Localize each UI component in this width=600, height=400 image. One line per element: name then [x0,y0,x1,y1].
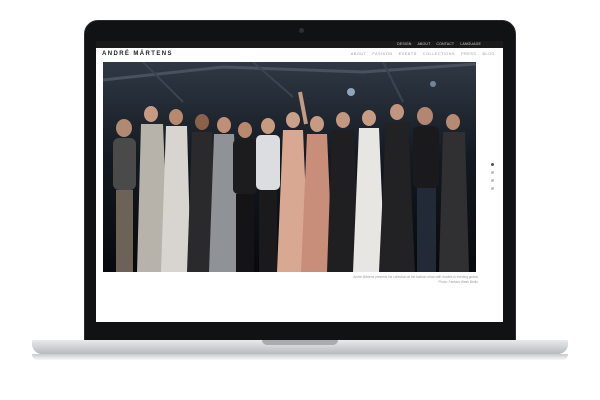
nav-item-events[interactable]: EVENTS [399,52,417,56]
slide-dot-4[interactable] [491,187,494,190]
laptop-screen: DESIGN ABOUT CONTACT LANGUAGE ANDRÉ MÄRT… [96,41,503,322]
slideshow-pagination [491,163,494,190]
webcam-icon [299,28,304,33]
slide-dot-1[interactable] [491,163,494,166]
laptop-mockup: DESIGN ABOUT CONTACT LANGUAGE ANDRÉ MÄRT… [0,0,600,400]
nav-item-fashion[interactable]: FASHION [372,52,392,56]
slide-dot-3[interactable] [491,179,494,182]
nav-item-press[interactable]: PRESS [461,52,476,56]
site-logo[interactable]: ANDRÉ MÄRTENS [102,51,173,57]
main-nav: ABOUT FASHION EVENTS COLLECTIONS PRESS B… [351,52,495,56]
laptop-reflection [32,354,568,360]
utility-link-design[interactable]: DESIGN [397,41,411,48]
laptop-notch [262,340,338,345]
nav-item-collections[interactable]: COLLECTIONS [423,52,455,56]
utility-link-about[interactable]: ABOUT [418,41,431,48]
utility-link-contact[interactable]: CONTACT [436,41,454,48]
slide-dot-2[interactable] [491,171,494,174]
utility-link-language[interactable]: LANGUAGE [460,41,481,48]
runway-group-photo [103,62,476,272]
hero-photo[interactable] [103,62,476,272]
caption-line-2: Photo: Fashion Week Berlin [438,280,478,284]
photo-caption: André Märtens presents his collection at… [236,275,478,285]
utility-bar: DESIGN ABOUT CONTACT LANGUAGE [96,41,503,48]
nav-item-blog[interactable]: BLOG [482,52,495,56]
nav-item-about[interactable]: ABOUT [351,52,367,56]
